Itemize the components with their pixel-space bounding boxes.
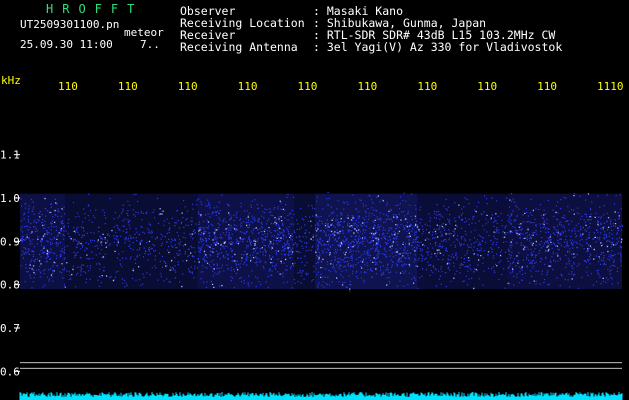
meteor-count: 7..	[140, 38, 160, 51]
noise-segment-fill	[417, 193, 508, 289]
info-value: : 3el Yagi(V) Az 330 for Vladivostok	[313, 40, 563, 54]
spectrogram-plot: kHz 110 110 110 110 110 110 110 110 110 1110 1.1 1.0…	[0, 74, 624, 400]
noise-segment-fill	[20, 193, 66, 289]
noise-layer	[20, 191, 624, 292]
freq-tick-label: 0.9	[0, 235, 20, 248]
file-name: UT2509301100.pn	[20, 18, 120, 31]
time-tick-label: 110	[58, 80, 78, 93]
baseline-trace	[19, 392, 623, 400]
time-tick-label: 110	[477, 80, 497, 93]
noise-segment-fill	[507, 193, 622, 289]
noise-segment	[314, 191, 419, 292]
freq-tick-label: 0.8	[0, 279, 20, 292]
noise-segment	[293, 193, 316, 289]
time-tick-label: 110	[298, 80, 318, 93]
noise-segment	[507, 193, 624, 289]
noise-segment	[20, 193, 67, 289]
observation-info: Observer: Masaki Kano Receiving Location…	[180, 5, 562, 53]
y-axis-label: kHz	[1, 74, 21, 87]
time-tick-label: 1110	[597, 80, 624, 93]
time-tick-label: 110	[238, 80, 258, 93]
freq-tick-label: 1.0	[0, 192, 20, 205]
time-tick-label: 110	[178, 80, 198, 93]
app-brand: HROFFT	[46, 2, 144, 16]
time-tick-label: 110	[537, 80, 557, 93]
guide-lines	[20, 362, 622, 369]
time-tick-label: 110	[118, 80, 138, 93]
noise-segment	[65, 193, 199, 289]
noise-segment	[197, 193, 295, 289]
baseline-signal	[19, 392, 623, 400]
noise-segment-fill	[314, 193, 418, 289]
datetime-label: 25.09.30 11:00	[20, 38, 113, 51]
info-row-antenna: Receiving Antenna : 3el Yagi(V) Az 330 fo…	[180, 41, 562, 53]
noise-segment-fill	[293, 193, 315, 289]
freq-tick-label: 0.7	[0, 322, 20, 335]
noise-segment-fill	[65, 193, 198, 289]
hrofft-window: HROFFT UT2509301100.pn meteor 25.09.30 1…	[0, 0, 629, 400]
noise-segment	[417, 193, 509, 290]
freq-tick-label: 1.1	[0, 149, 20, 162]
info-label: Receiving Antenna	[180, 40, 298, 54]
time-tick-label: 110	[417, 80, 437, 93]
time-tick-label: 110	[357, 80, 377, 93]
freq-tick-label: 0.6	[0, 365, 20, 378]
